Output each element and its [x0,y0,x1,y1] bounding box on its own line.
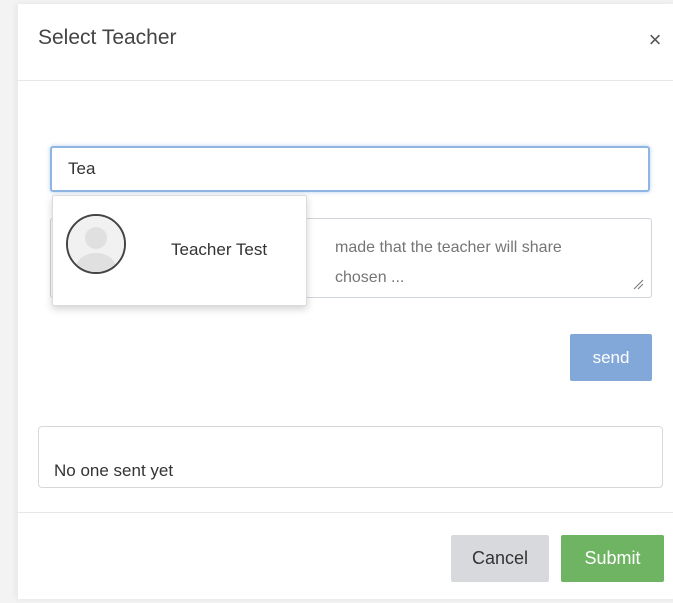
send-button[interactable]: send [570,334,652,381]
modal-footer: Cancel Submit [18,512,673,603]
select-teacher-modal: Select Teacher × Teacher Test send No on… [18,4,673,599]
cancel-button[interactable]: Cancel [451,535,549,582]
close-icon[interactable]: × [645,28,665,52]
empty-state-text: No one sent yet [54,461,174,480]
modal-title: Select Teacher [38,26,177,49]
default-user-avatar-icon [66,214,126,274]
teacher-search-input[interactable] [50,146,650,192]
submit-button[interactable]: Submit [561,535,664,582]
autocomplete-option-teacher[interactable]: Teacher Test [53,196,306,305]
resize-handle-icon[interactable] [632,278,644,290]
autocomplete-option-label: Teacher Test [171,240,268,259]
modal-header: Select Teacher × [18,4,673,81]
sent-recipients-box: No one sent yet [38,426,663,488]
autocomplete-dropdown: Teacher Test [52,195,307,306]
